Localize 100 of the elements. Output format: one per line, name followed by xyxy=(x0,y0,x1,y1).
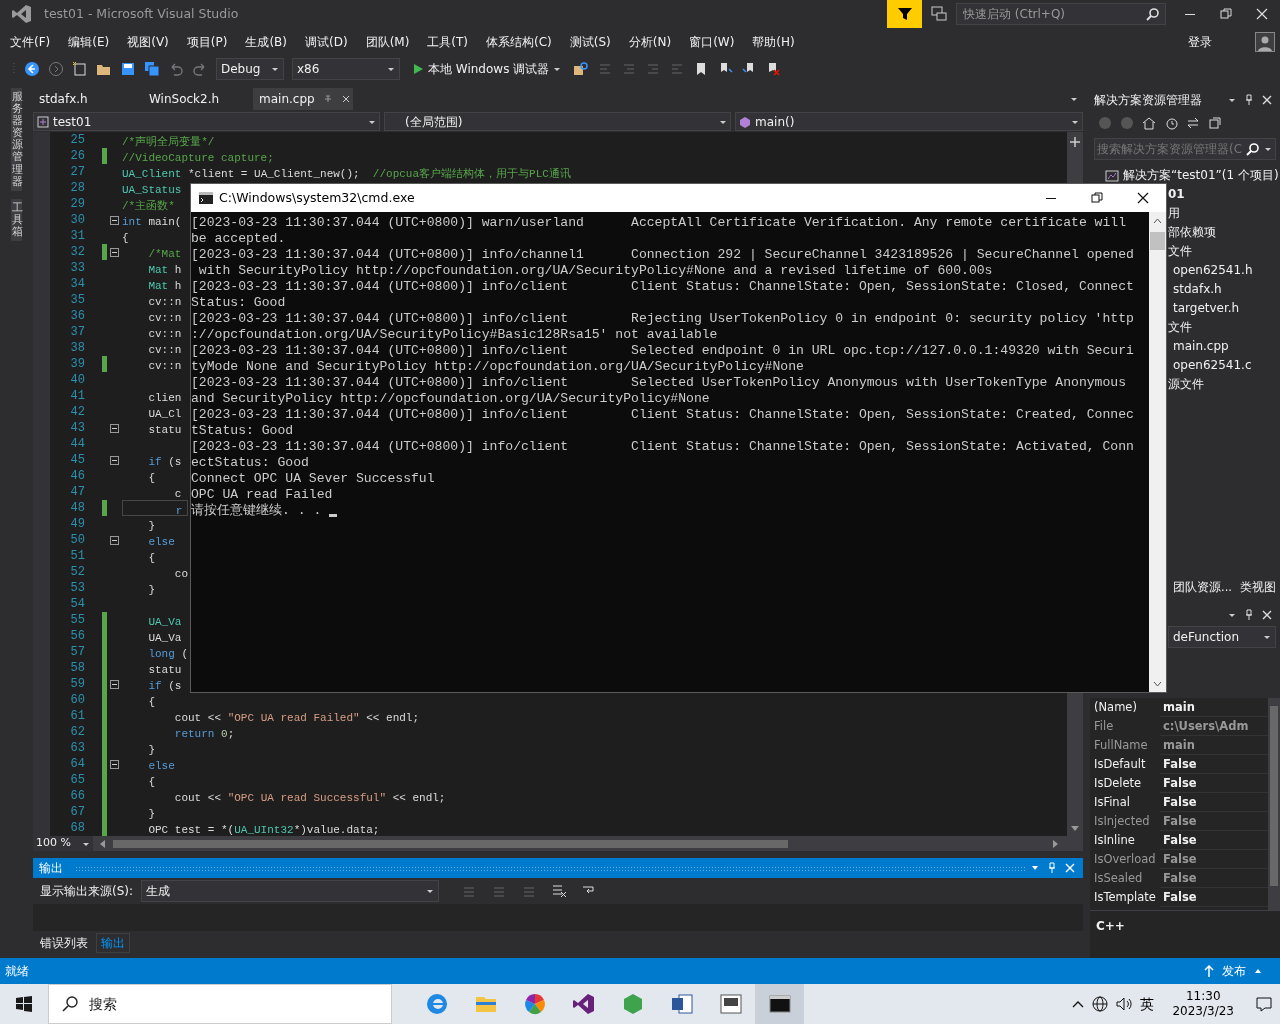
caret-icon[interactable] xyxy=(1228,97,1236,103)
panel-tab[interactable]: 团队资源... xyxy=(1171,578,1234,598)
taskbar-search-field[interactable]: 搜索 xyxy=(48,984,392,1024)
tree-item[interactable]: 源文件 xyxy=(1168,375,1204,394)
tree-item[interactable]: 文件 xyxy=(1168,242,1192,261)
home-icon[interactable] xyxy=(1142,116,1156,130)
menu-item[interactable]: 调试(D) xyxy=(296,30,357,53)
account-avatar-icon[interactable] xyxy=(1255,31,1275,52)
clock-date[interactable]: 2023/3/23 xyxy=(1172,1004,1234,1019)
tree-item[interactable]: main.cpp xyxy=(1173,337,1229,356)
scroll-left-icon[interactable] xyxy=(99,838,107,849)
pin-icon[interactable] xyxy=(1244,94,1254,106)
menu-item[interactable]: 工具(T) xyxy=(418,30,478,53)
input-method-indicator[interactable]: 英 xyxy=(1140,993,1155,1015)
chevron-up-icon[interactable] xyxy=(1072,1000,1085,1008)
scope-dropdown[interactable]: (全局范围) xyxy=(384,112,731,131)
find-in-files-icon[interactable] xyxy=(573,61,590,77)
save-all-icon[interactable] xyxy=(144,61,160,77)
close-icon[interactable] xyxy=(1262,610,1272,620)
sync-icon[interactable] xyxy=(1186,116,1200,130)
tree-item[interactable]: 部依赖项 xyxy=(1168,223,1216,242)
notification-icon[interactable] xyxy=(1256,996,1272,1012)
menu-item[interactable]: 文件(F) xyxy=(1,30,60,53)
search-icon[interactable] xyxy=(1246,142,1260,156)
caret-icon[interactable] xyxy=(1228,612,1236,618)
scrollbar-thumb[interactable] xyxy=(1150,232,1165,250)
menu-item[interactable]: 分析(N) xyxy=(619,30,681,53)
panel-tab[interactable]: 类视图 xyxy=(1238,578,1278,598)
tab-list-caret-icon[interactable] xyxy=(1070,96,1078,102)
scroll-down-icon[interactable] xyxy=(1153,681,1162,687)
solution-item[interactable]: 解决方案“test01”(1 个项目) xyxy=(1123,166,1279,185)
tree-item[interactable]: 文件 xyxy=(1168,318,1192,337)
tree-item[interactable]: open62541.h xyxy=(1173,261,1253,280)
save-icon[interactable] xyxy=(120,61,136,77)
collapse-all-icon[interactable] xyxy=(1208,116,1222,130)
caret-icon[interactable] xyxy=(1264,146,1272,152)
globe-icon[interactable] xyxy=(1092,996,1109,1012)
publish-button[interactable]: 发布 xyxy=(1198,961,1268,981)
line-number: 46 xyxy=(69,468,85,484)
pin-icon[interactable] xyxy=(1244,609,1254,621)
menu-item[interactable]: 生成(B) xyxy=(236,30,296,53)
scroll-right-icon[interactable] xyxy=(1051,838,1059,849)
back-icon[interactable] xyxy=(24,61,40,77)
clock-time[interactable]: 11:30 xyxy=(1185,989,1221,1004)
clear-all-icon[interactable] xyxy=(551,883,568,899)
menu-item[interactable]: 团队(M) xyxy=(356,30,419,53)
scroll-up-icon[interactable] xyxy=(1153,218,1162,224)
menu-item[interactable]: 体系结构(C) xyxy=(477,30,561,53)
close-icon[interactable] xyxy=(1262,95,1272,105)
tree-item[interactable]: targetver.h xyxy=(1173,299,1240,318)
output-source-dropdown[interactable]: 生成 xyxy=(141,880,440,902)
quick-launch-field[interactable]: 快速启动 (Ctrl+Q) xyxy=(956,3,1166,25)
zoom-dropdown[interactable]: 100 % xyxy=(33,836,93,851)
document-tab[interactable]: stdafx.h xyxy=(33,88,143,110)
object-dropdown[interactable]: deFunction xyxy=(1168,626,1276,648)
filter-button[interactable] xyxy=(887,0,922,28)
split-icon[interactable] xyxy=(1069,136,1081,148)
collapse-icon[interactable] xyxy=(110,455,119,465)
forward-icon[interactable] xyxy=(48,61,64,77)
menu-item[interactable]: 编辑(E) xyxy=(59,30,119,53)
start-debugging-button[interactable]: 本地 Windows 调试器 xyxy=(408,60,566,78)
history-icon[interactable] xyxy=(1164,116,1178,130)
tree-item[interactable]: stdafx.h xyxy=(1173,280,1222,299)
taskbar-app-button[interactable] xyxy=(755,984,804,1024)
document-tab[interactable]: main.cpp xyxy=(253,88,353,110)
menu-item[interactable]: 帮助(H) xyxy=(743,30,804,53)
sign-in-link[interactable]: 登录 xyxy=(1179,30,1221,53)
new-project-icon[interactable] xyxy=(72,61,88,77)
menu-item[interactable]: 项目(P) xyxy=(177,30,237,53)
collapse-icon[interactable] xyxy=(110,215,119,225)
scrollbar-thumb[interactable] xyxy=(113,839,788,848)
document-tab[interactable]: WinSock2.h xyxy=(143,88,253,110)
panel-tab[interactable]: 错误列表 xyxy=(36,933,92,953)
tree-item[interactable]: 用 xyxy=(1168,204,1180,223)
search-icon[interactable] xyxy=(1146,7,1160,21)
scroll-down-icon[interactable] xyxy=(1070,824,1080,832)
collapse-icon[interactable] xyxy=(110,247,119,257)
scrollbar-thumb[interactable] xyxy=(1270,706,1278,886)
menu-item[interactable]: 测试(S) xyxy=(560,30,620,53)
search-field[interactable]: 搜索解决方案资源管理器(C xyxy=(1094,138,1276,160)
menu-item[interactable]: 窗口(W) xyxy=(680,30,744,53)
tree-item[interactable]: open62541.c xyxy=(1173,356,1252,375)
funnel-icon xyxy=(896,6,913,22)
speaker-icon[interactable] xyxy=(1116,996,1133,1012)
collapse-icon[interactable] xyxy=(110,423,119,433)
caret-icon[interactable] xyxy=(1031,865,1039,871)
platform-dropdown[interactable]: x86 xyxy=(292,58,400,80)
member-dropdown[interactable]: main() xyxy=(735,112,1083,131)
feedback-icon[interactable] xyxy=(930,5,948,23)
tree-item[interactable]: 01 xyxy=(1168,185,1185,204)
collapse-icon[interactable] xyxy=(110,679,119,689)
side-tab[interactable]: 工具箱 xyxy=(11,198,22,242)
configuration-dropdown[interactable]: Debug xyxy=(216,58,284,80)
project-dropdown[interactable]: test01 xyxy=(33,112,380,131)
panel-tab[interactable]: 输出 xyxy=(96,933,130,953)
line-number: 34 xyxy=(69,276,85,292)
menu-item[interactable]: 视图(V) xyxy=(118,30,178,53)
collapse-icon[interactable] xyxy=(110,535,119,545)
collapse-icon[interactable] xyxy=(110,759,119,769)
side-tab[interactable]: 服务器资源管理器 xyxy=(11,88,22,191)
